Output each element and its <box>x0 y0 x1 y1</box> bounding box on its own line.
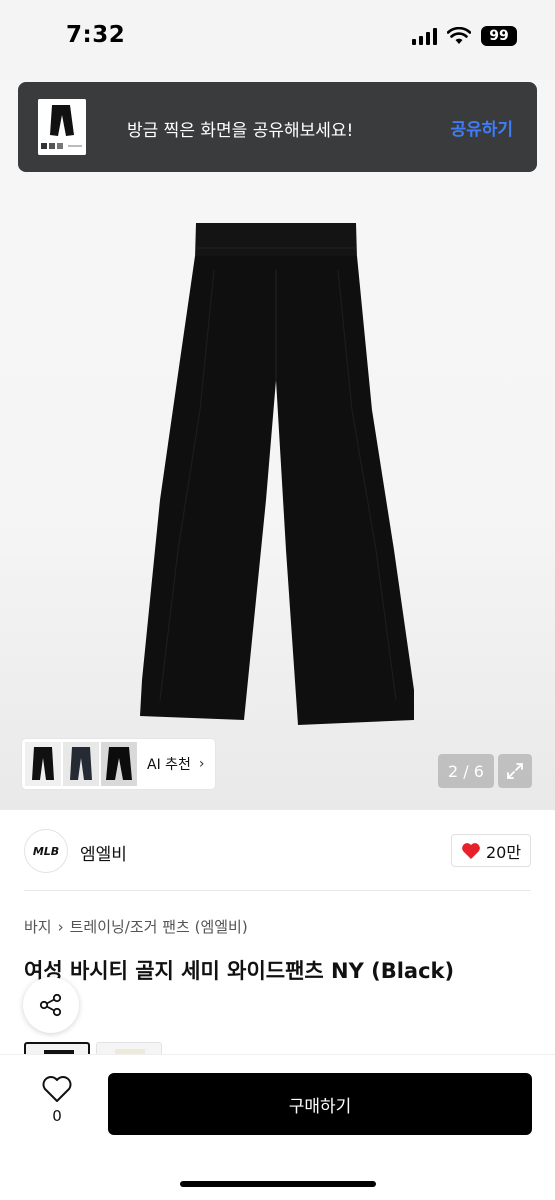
product-image <box>140 223 414 725</box>
product-title: 여성 바시티 골지 세미 와이드팬츠 NY (Black) <box>24 959 455 983</box>
home-indicator <box>180 1181 376 1187</box>
ai-recommendation-strip[interactable]: AI 추천 › <box>22 739 215 789</box>
chevron-right-icon: › <box>198 756 205 772</box>
ai-thumbnail[interactable] <box>63 742 99 786</box>
brand-name[interactable]: 엠엘비 <box>80 840 127 865</box>
battery-icon: 99 <box>481 26 517 46</box>
wifi-icon <box>447 27 471 44</box>
cellular-signal-icon <box>412 27 437 45</box>
bottom-action-bar: 0 구매하기 <box>0 1054 555 1200</box>
status-bar: 7:32 99 <box>0 0 555 80</box>
share-icon <box>39 993 62 1017</box>
breadcrumb-item[interactable]: 트레이닝/조거 팬츠 (엠엘비) <box>70 916 248 937</box>
breadcrumb-item[interactable]: 바지 <box>24 916 52 937</box>
buy-button[interactable]: 구매하기 <box>108 1073 532 1135</box>
ai-thumbnail[interactable] <box>101 742 137 786</box>
expand-icon <box>507 763 523 779</box>
brand-logo[interactable]: MLB <box>24 829 68 873</box>
share-now-link[interactable]: 공유하기 <box>450 115 513 140</box>
wishlist-count: 0 <box>52 1107 62 1125</box>
toast-message: 방금 찍은 화면을 공유해보세요! <box>127 121 354 141</box>
expand-image-button[interactable] <box>498 754 532 788</box>
ai-thumbnail[interactable] <box>25 742 61 786</box>
breadcrumb: 바지 › 트레이닝/조거 팬츠 (엠엘비) <box>24 916 248 937</box>
share-toast: 방금 찍은 화면을 공유해보세요! 공유하기 <box>18 82 537 172</box>
brand-like-button[interactable]: 20만 <box>451 834 531 867</box>
image-counter: 2 / 6 <box>438 754 494 788</box>
wishlist-button[interactable]: 0 <box>38 1075 76 1125</box>
product-image-gallery[interactable] <box>0 80 555 810</box>
heart-outline-icon <box>42 1076 72 1102</box>
brand-like-count: 20만 <box>485 842 522 862</box>
screenshot-thumbnail <box>38 99 86 155</box>
status-time: 7:32 <box>66 22 126 48</box>
status-icons: 99 <box>412 26 517 46</box>
ai-recommend-label: AI 추천 <box>147 757 191 773</box>
heart-filled-icon <box>462 842 480 859</box>
chevron-right-icon: › <box>57 917 64 936</box>
divider <box>24 890 531 891</box>
share-button[interactable] <box>23 977 79 1033</box>
